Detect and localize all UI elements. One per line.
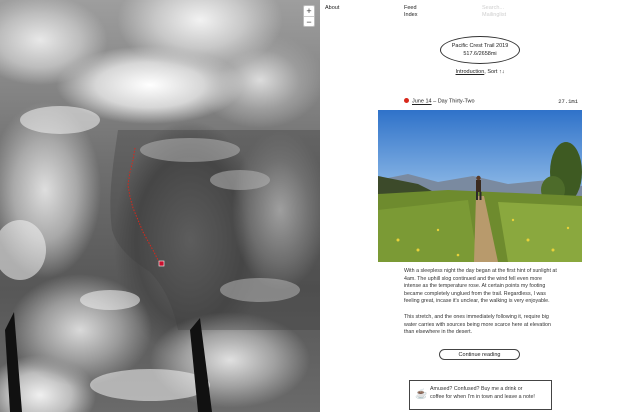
buy-me-coffee-box[interactable]: ☕ Amused? Confused? Buy me a drink or co… <box>409 380 552 410</box>
sort-toggle[interactable]: Sort ↑↓ <box>487 69 504 75</box>
search-input[interactable] <box>482 5 542 11</box>
entry-title: Day Thirty-Two <box>437 98 475 105</box>
satellite-map[interactable]: + − <box>0 0 320 412</box>
entry-header: June 14 – Day Thirty-Two 27.1mi <box>404 98 578 106</box>
entry-date-link[interactable]: June 14 <box>412 99 432 105</box>
continue-reading-button[interactable]: Continue reading <box>439 349 520 360</box>
nav-feed-link[interactable]: Feed <box>404 5 417 12</box>
trail-photo-image <box>378 110 582 262</box>
entry-paragraph-2: This stretch, and the ones immediately f… <box>404 314 551 336</box>
map-edge-band-right <box>190 318 212 412</box>
entry-photo[interactable] <box>378 110 582 262</box>
nav-about-link[interactable]: About <box>325 5 339 12</box>
mailinglist-link[interactable]: Mailinglist <box>482 12 506 18</box>
entry-miles: 27.1mi <box>558 98 578 105</box>
map-edge-band-left <box>5 312 22 412</box>
entry-paragraph-1: With a sleepless night the day began at … <box>404 268 557 305</box>
entry-dot-icon <box>404 98 409 103</box>
coffee-cup-icon: ☕ <box>415 389 428 400</box>
zoom-in-button[interactable]: + <box>304 6 314 16</box>
introduction-link[interactable]: Introduction <box>456 69 485 75</box>
zoom-out-button[interactable]: − <box>304 16 314 27</box>
coffee-line-1: Amused? Confused? Buy me a drink or <box>430 386 523 392</box>
zoom-control: + − <box>303 5 315 27</box>
nav-index-link[interactable]: Index <box>404 12 417 19</box>
trail-title: Pacific Crest Trail 2019 <box>451 43 509 49</box>
location-marker[interactable] <box>158 260 165 267</box>
sort-bar: Introduction, Sort ↑↓ <box>320 69 640 75</box>
map-overlay <box>0 106 320 412</box>
content-panel: About Feed Index Mailinglist Pacific Cre… <box>320 0 640 412</box>
trail-progress: 517.6/2658mi <box>463 50 497 57</box>
coffee-line-2: coffee for when I'm in town and leave a … <box>430 394 535 400</box>
trail-title-oval: Pacific Crest Trail 2019 517.6/2658mi <box>440 36 520 64</box>
